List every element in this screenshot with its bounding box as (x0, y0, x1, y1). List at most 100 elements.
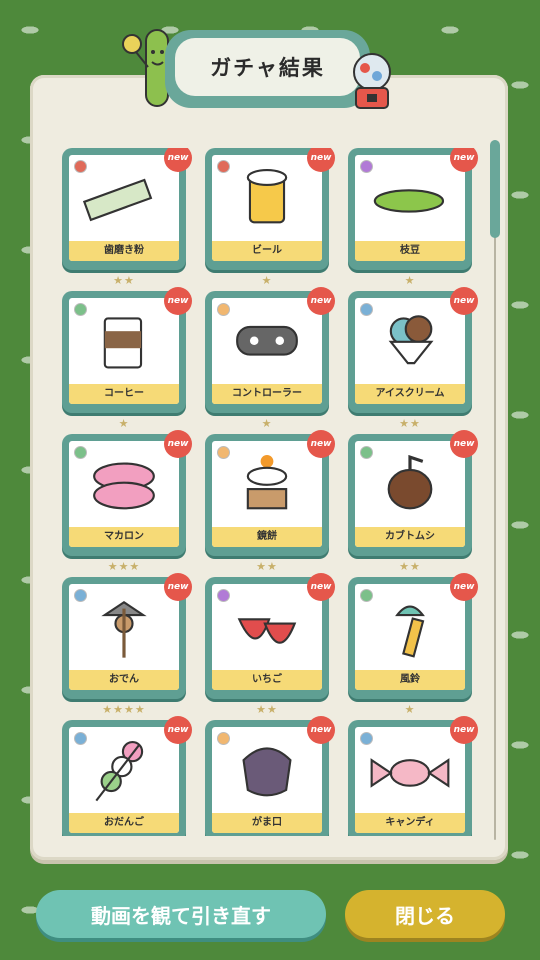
item-name: キャンディ (355, 813, 465, 833)
rarity-stars: ★ (404, 703, 416, 716)
result-item-card[interactable]: 鏡餅 new ★★ (205, 430, 335, 576)
new-badge: new (307, 148, 335, 172)
rarity-stars: ★★ (256, 703, 278, 716)
item-card-frame: コントローラー new (205, 287, 335, 413)
item-card-inner: おだんご (69, 727, 179, 833)
new-badge: new (307, 716, 335, 744)
page-title: ガチャ結果 (175, 38, 360, 96)
item-card-frame: おだんご new (62, 716, 192, 836)
item-illustration-icon (246, 455, 288, 510)
item-card-frame: キャンディ new (348, 716, 478, 836)
item-illustration-icon (101, 600, 147, 658)
item-name: コントローラー (212, 384, 322, 404)
item-card-inner: マカロン (69, 441, 179, 547)
item-card-frame: 風鈴 new (348, 573, 478, 699)
item-card-frame: 鏡餅 new (205, 430, 335, 556)
new-badge: new (307, 287, 335, 315)
item-name: 歯磨き粉 (69, 241, 179, 261)
rarity-stars: ★ (261, 274, 273, 287)
result-item-card[interactable]: おだんご new (62, 716, 192, 836)
new-badge: new (307, 430, 335, 458)
item-name: 枝豆 (355, 241, 465, 261)
result-item-card[interactable]: キャンディ new (348, 716, 478, 836)
item-card-frame: おでん new (62, 573, 192, 699)
item-name: おでん (69, 670, 179, 690)
scrollbar[interactable] (490, 140, 500, 840)
watch-video-reroll-button[interactable]: 動画を観て引き直す (36, 890, 326, 938)
item-name: ビール (212, 241, 322, 261)
new-badge: new (164, 287, 192, 315)
item-name: カブトムシ (355, 527, 465, 547)
rarity-stars: ★★★ (107, 560, 141, 573)
close-button[interactable]: 閉じる (345, 890, 505, 938)
rarity-stars: ★★ (399, 560, 421, 573)
item-card-frame: 枝豆 new (348, 148, 478, 270)
item-illustration-icon (95, 741, 144, 802)
item-illustration-icon (388, 315, 434, 365)
item-name: おだんご (69, 813, 179, 833)
item-name: がま口 (212, 813, 322, 833)
item-illustration-icon (387, 455, 433, 510)
result-item-card[interactable]: コントローラー new ★ (205, 287, 335, 433)
item-card-inner: 歯磨き粉 (69, 155, 179, 261)
item-name: アイスクリーム (355, 384, 465, 404)
result-item-card[interactable]: アイスクリーム new ★★ (348, 287, 478, 433)
item-card-inner: コーヒー (69, 298, 179, 404)
results-grid: 歯磨き粉 new ★★ ビール new ★ 枝豆 new ★ コーヒー new ★ コントローラー new… (62, 148, 480, 836)
rarity-stars: ★ (261, 417, 273, 430)
item-card-inner: カブトムシ (355, 441, 465, 547)
item-card-inner: がま口 (212, 727, 322, 833)
rarity-stars: ★ (118, 417, 130, 430)
result-item-card[interactable]: 枝豆 new ★ (348, 148, 478, 290)
item-card-inner: 風鈴 (355, 584, 465, 690)
item-card-inner: おでん (69, 584, 179, 690)
new-badge: new (164, 430, 192, 458)
result-item-card[interactable]: 歯磨き粉 new ★★ (62, 148, 192, 290)
item-card-inner: コントローラー (212, 298, 322, 404)
scrollbar-thumb[interactable] (490, 140, 500, 238)
item-card-frame: コーヒー new (62, 287, 192, 413)
new-badge: new (450, 716, 478, 744)
item-card-inner: いちご (212, 584, 322, 690)
new-badge: new (164, 148, 192, 172)
result-item-card[interactable]: ビール new ★ (205, 148, 335, 290)
item-card-inner: キャンディ (355, 727, 465, 833)
new-badge: new (450, 287, 478, 315)
rarity-stars: ★ (404, 274, 416, 287)
item-illustration-icon (395, 605, 425, 658)
new-badge: new (307, 573, 335, 601)
result-item-card[interactable]: 風鈴 new ★ (348, 573, 478, 719)
result-item-card[interactable]: カブトムシ new ★★ (348, 430, 478, 576)
item-card-inner: ビール (212, 155, 322, 261)
result-item-card[interactable]: コーヒー new ★ (62, 287, 192, 433)
rarity-stars: ★★★★ (102, 703, 146, 716)
item-name: 鏡餅 (212, 527, 322, 547)
item-illustration-icon (246, 169, 288, 224)
scrollbar-track (494, 140, 496, 840)
item-illustration-icon (82, 178, 153, 222)
item-card-frame: マカロン new (62, 430, 192, 556)
item-illustration-icon (237, 618, 297, 644)
item-name: マカロン (69, 527, 179, 547)
rarity-stars: ★★ (256, 560, 278, 573)
result-item-card[interactable]: いちご new ★★ (205, 573, 335, 719)
item-card-inner: 鏡餅 (212, 441, 322, 547)
item-name: コーヒー (69, 384, 179, 404)
item-card-frame: 歯磨き粉 new (62, 148, 192, 270)
new-badge: new (164, 716, 192, 744)
item-card-frame: いちご new (205, 573, 335, 699)
item-card-frame: カブトムシ new (348, 430, 478, 556)
item-card-inner: アイスクリーム (355, 298, 465, 404)
rarity-stars: ★★ (399, 417, 421, 430)
item-name: 風鈴 (355, 670, 465, 690)
gacha-machine-icon (353, 53, 391, 109)
result-item-card[interactable]: マカロン new ★★★ (62, 430, 192, 576)
title-banner: ガチャ結果 (165, 30, 370, 108)
new-badge: new (450, 430, 478, 458)
item-illustration-icon (93, 462, 155, 510)
result-item-card[interactable]: おでん new ★★★★ (62, 573, 192, 719)
item-illustration-icon (242, 747, 292, 797)
result-item-card[interactable]: がま口 new (205, 716, 335, 836)
item-illustration-icon (103, 317, 143, 369)
new-badge: new (450, 573, 478, 601)
